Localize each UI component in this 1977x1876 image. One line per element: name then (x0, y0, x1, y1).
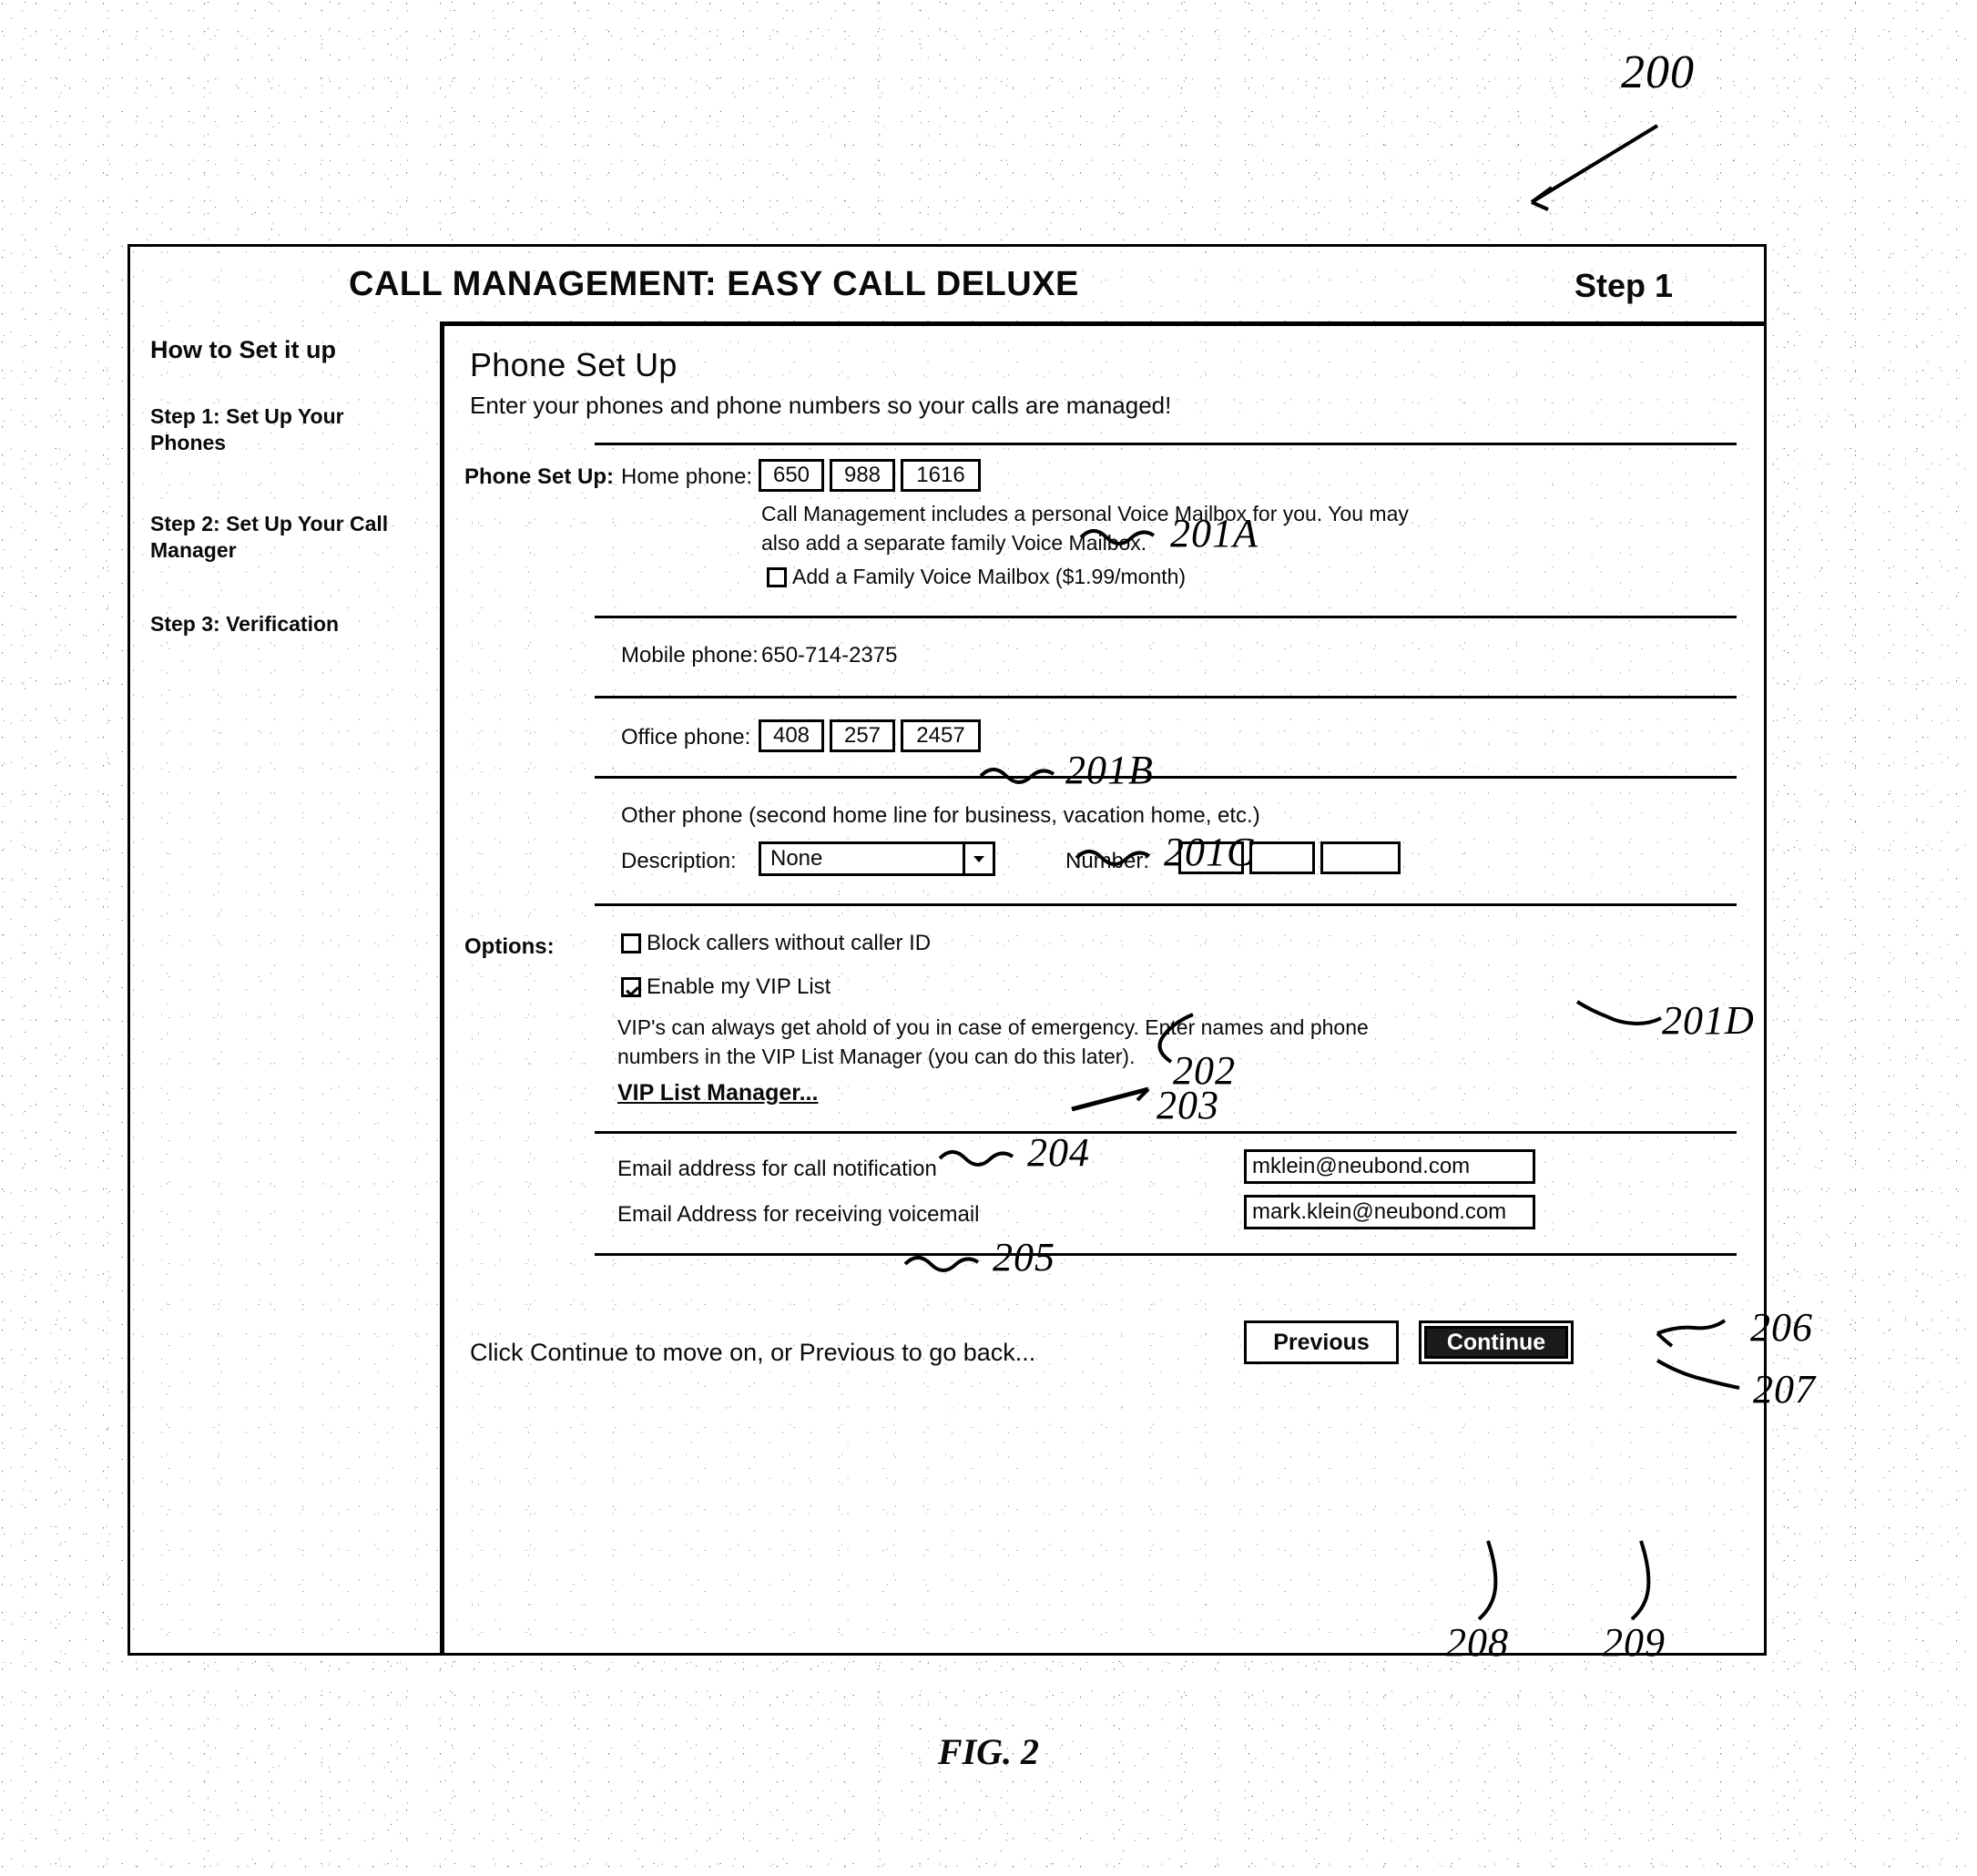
reference-numeral-207: 207 (1753, 1367, 1816, 1412)
vip-note-line-1: VIP's can always get ahold of you in cas… (617, 1015, 1369, 1039)
reference-numeral-203: 203 (1157, 1083, 1219, 1127)
email-voicemail-input[interactable]: mark.klein@neubond.com (1244, 1195, 1535, 1229)
home-phone-prefix-input[interactable]: 988 (830, 459, 895, 492)
email-notification-input[interactable]: mklein@neubond.com (1244, 1149, 1535, 1184)
reference-numeral-204: 204 (1027, 1130, 1090, 1175)
office-phone-inputs: 408 257 2457 (759, 719, 986, 752)
mobile-phone-value[interactable]: 650-714-2375 (761, 643, 897, 668)
enable-vip-row[interactable]: Enable my VIP List (621, 974, 831, 1000)
home-phone-inputs: 650 988 1616 (759, 459, 986, 492)
home-phone-area-input[interactable]: 650 (759, 459, 824, 492)
step-indicator: Step 1 (1574, 267, 1673, 304)
other-phone-description-value: None (770, 846, 823, 871)
other-phone-description-label: Description: (621, 849, 737, 873)
sidebar-heading: How to Set it up (150, 336, 336, 363)
reference-numeral-201C: 201C (1164, 830, 1255, 874)
other-phone-description-select[interactable]: None (759, 841, 995, 876)
divider-after-office (595, 776, 1737, 779)
reference-numeral-201D: 201D (1662, 998, 1755, 1043)
divider-after-email (595, 1253, 1737, 1256)
email-voicemail-label: Email Address for receiving voicemail (617, 1202, 980, 1227)
panel-subtitle: Enter your phones and phone numbers so y… (470, 392, 1172, 419)
office-phone-line-input[interactable]: 2457 (901, 719, 981, 752)
divider-after-options (595, 1131, 1737, 1134)
sidebar: How to Set it up Step 1: Set Up Your Pho… (130, 247, 431, 1653)
application-window: CALL MANAGEMENT: EASY CALL DELUXE Step 1… (127, 244, 1767, 1656)
reference-numeral-206: 206 (1750, 1305, 1813, 1350)
sidebar-item-step-3[interactable]: Step 3: Verification (150, 611, 414, 637)
other-phone-heading: Other phone (second home line for busine… (621, 803, 1260, 828)
home-phone-line-input[interactable]: 1616 (901, 459, 981, 492)
reference-numeral-200: 200 (1621, 46, 1695, 98)
divider-after-home (595, 616, 1737, 618)
previous-button-label: Previous (1273, 1329, 1370, 1355)
reference-numeral-201A: 201A (1170, 511, 1259, 556)
figure-caption: FIG. 2 (937, 1731, 1040, 1772)
divider-after-other (595, 903, 1737, 906)
page-title: CALL MANAGEMENT: EASY CALL DELUXE (349, 265, 1079, 303)
other-phone-line-input[interactable] (1320, 841, 1401, 874)
home-phone-note-line-1: Call Management includes a personal Voic… (761, 502, 1409, 525)
home-phone-note-line-2: also add a separate family Voice Mailbox… (761, 531, 1147, 555)
block-callers-label: Block callers without caller ID (647, 931, 932, 955)
reference-numeral-209: 209 (1603, 1620, 1666, 1665)
vip-list-manager-link[interactable]: VIP List Manager... (617, 1080, 818, 1106)
office-phone-label: Office phone: (621, 725, 751, 749)
options-section-label: Options: (464, 934, 555, 959)
enable-vip-label: Enable my VIP List (647, 974, 831, 999)
family-mailbox-label: Add a Family Voice Mailbox ($1.99/month) (792, 565, 1187, 588)
footer-hint: Click Continue to move on, or Previous t… (470, 1339, 1036, 1366)
family-mailbox-checkbox[interactable] (767, 567, 787, 587)
office-phone-prefix-input[interactable]: 257 (830, 719, 895, 752)
block-callers-row[interactable]: Block callers without caller ID (621, 931, 931, 956)
sidebar-item-step-1[interactable]: Step 1: Set Up Your Phones (150, 403, 414, 456)
phone-setup-section-label: Phone Set Up: (464, 464, 615, 489)
mobile-phone-label: Mobile phone: (621, 643, 759, 668)
email-notification-label: Email address for call notification (617, 1157, 937, 1181)
sidebar-item-step-2[interactable]: Step 2: Set Up Your Call Manager (150, 511, 414, 564)
vip-note-line-2: numbers in the VIP List Manager (you can… (617, 1045, 1136, 1068)
divider-top (595, 443, 1737, 445)
previous-button[interactable]: Previous (1244, 1320, 1399, 1364)
leader-line-200 (1530, 124, 1659, 211)
panel-title: Phone Set Up (470, 346, 678, 383)
enable-vip-checkbox[interactable] (621, 977, 641, 997)
continue-button[interactable]: Continue (1419, 1320, 1574, 1364)
reference-numeral-201B: 201B (1065, 748, 1154, 792)
other-phone-prefix-input[interactable] (1249, 841, 1315, 874)
divider-after-mobile (595, 696, 1737, 698)
home-phone-label: Home phone: (621, 464, 753, 489)
chevron-down-icon[interactable] (963, 844, 993, 873)
reference-numeral-208: 208 (1446, 1620, 1509, 1665)
content-panel: Phone Set Up Enter your phones and phone… (440, 321, 1764, 1653)
reference-numeral-205: 205 (993, 1235, 1055, 1280)
family-mailbox-row[interactable]: Add a Family Voice Mailbox ($1.99/month) (767, 565, 1186, 589)
continue-button-label: Continue (1446, 1329, 1546, 1355)
office-phone-area-input[interactable]: 408 (759, 719, 824, 752)
block-callers-checkbox[interactable] (621, 933, 641, 953)
other-phone-number-label: Number: (1065, 849, 1150, 873)
